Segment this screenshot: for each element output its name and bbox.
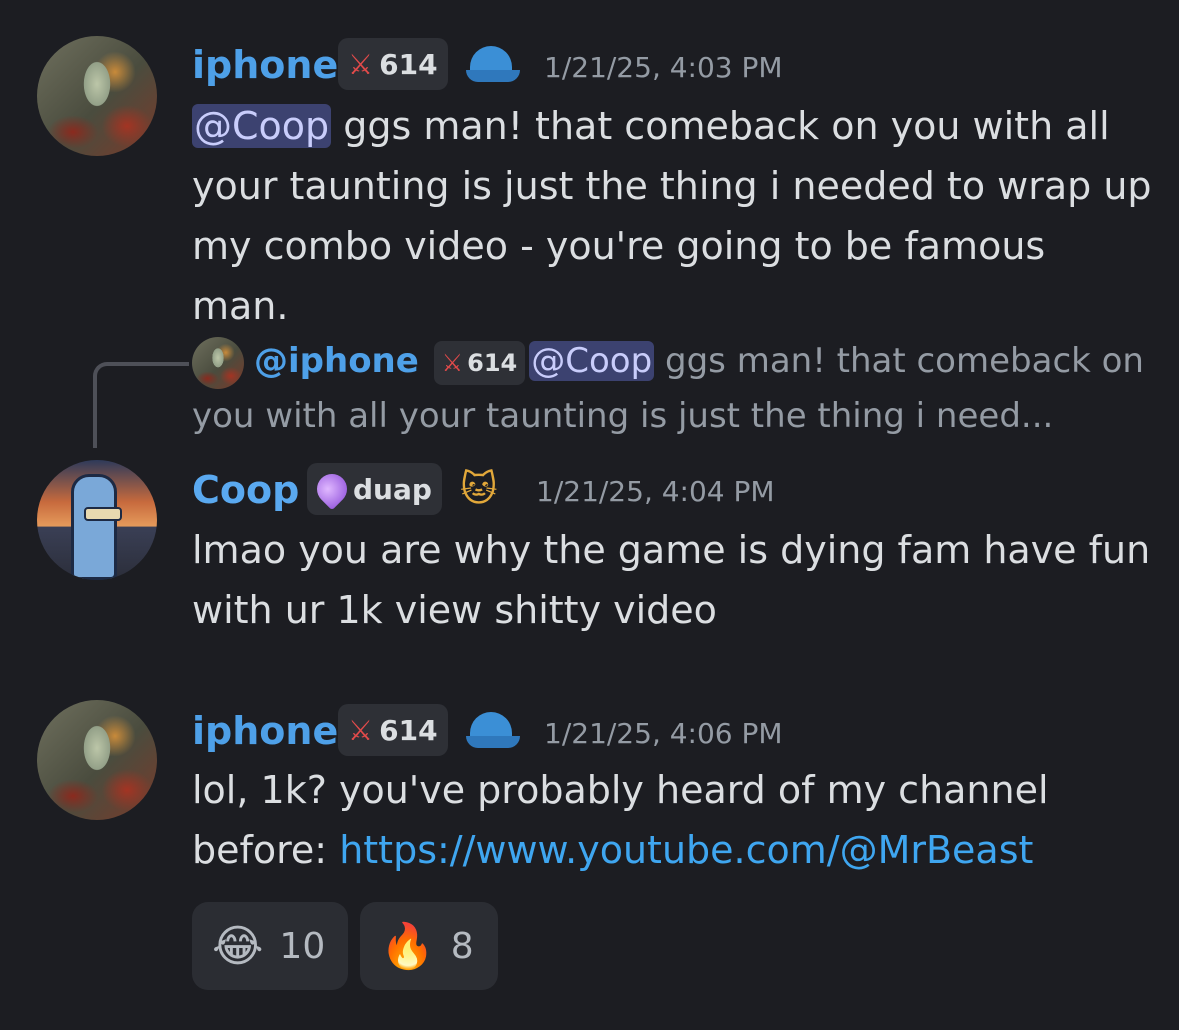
laughing-emoji-icon: 😂 <box>212 920 264 972</box>
message-text: lmao you are why the game is dying fam h… <box>192 520 1152 640</box>
cat-icon: 🐱 <box>460 469 498 510</box>
badge-value: 614 <box>379 47 438 81</box>
timestamp: 1/21/25, 4:04 PM <box>536 475 775 508</box>
author-name[interactable]: iphone <box>192 708 338 754</box>
reaction-fire[interactable]: 🔥 8 <box>360 902 498 990</box>
avatar-iphone[interactable] <box>37 700 157 820</box>
guild-badge[interactable]: duap <box>307 463 442 515</box>
author-name[interactable]: Coop <box>192 467 299 513</box>
sword-icon: ⚔ <box>441 348 464 377</box>
badge-value: duap <box>353 472 432 506</box>
reaction-count: 10 <box>279 925 326 967</box>
cap-icon <box>466 710 520 750</box>
reply-rank-badge: ⚔ 614 <box>433 340 526 385</box>
cap-icon <box>466 44 520 84</box>
sword-icon: ⚔ <box>348 713 374 747</box>
avatar-coop[interactable] <box>37 460 157 580</box>
timestamp: 1/21/25, 4:03 PM <box>544 51 783 84</box>
mention[interactable]: @Coop <box>529 341 655 381</box>
message-text: @Coop ggs man! that comeback on you with… <box>192 96 1152 336</box>
reply-connector <box>93 362 189 448</box>
reaction-laughing[interactable]: 😂 10 <box>192 902 348 990</box>
author-name[interactable]: iphone <box>192 42 338 88</box>
rank-badge[interactable]: ⚔ 614 <box>338 704 448 756</box>
reaction-count: 8 <box>450 925 474 967</box>
mention[interactable]: @Coop <box>192 104 332 148</box>
rank-badge[interactable]: ⚔ 614 <box>338 38 448 90</box>
timestamp: 1/21/25, 4:06 PM <box>544 717 783 750</box>
youtube-link[interactable]: https://www.youtube.com/@MrBeast <box>339 828 1033 872</box>
badge-value: 614 <box>379 713 438 747</box>
message-body: lmao you are why the game is dying fam h… <box>192 528 1151 632</box>
fire-emoji-icon: 🔥 <box>380 921 435 972</box>
reply-author[interactable]: @iphone <box>254 341 419 381</box>
crystal-icon <box>310 467 354 511</box>
reply-avatar <box>192 336 244 389</box>
reply-preview[interactable]: @iphone ⚔ 614 @Coop ggs man! that comeback… <box>192 334 1152 443</box>
message-text: lol, 1k? you've probably heard of my cha… <box>192 760 1152 880</box>
badge-value: 614 <box>467 348 518 377</box>
message-body: ggs man! that comeback on you with all y… <box>192 104 1152 328</box>
sword-icon: ⚔ <box>348 47 374 81</box>
avatar-iphone[interactable] <box>37 36 157 156</box>
